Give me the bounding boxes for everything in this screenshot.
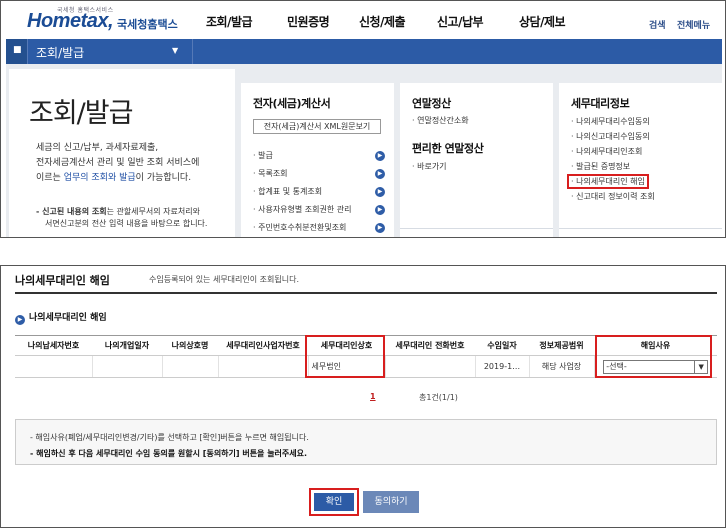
column-header: 수임일자 [475, 335, 529, 356]
arrow-right-icon: ▶ [375, 151, 385, 161]
column-header: 나의상호명 [162, 335, 218, 356]
home-icon: ■ [13, 45, 22, 55]
notice-text-bold: - 해임하신 후 다음 세무대리인 수임 동의를 원할시 [동의하기] 버튼을 … [30, 449, 308, 458]
notice-text: - 해임사유(폐업/세무대리인변경/기타)를 선택하고 [확인]버튼을 누르면 … [30, 433, 309, 442]
cell-taxpayer-no [15, 355, 92, 378]
menu-item[interactable]: · 주민번호수취분전환및조회 ▶ [253, 219, 385, 237]
column-header: 나의납세자번호 [15, 335, 92, 356]
menu-item[interactable]: · 발급 ▶ [253, 147, 385, 165]
menu-item[interactable]: · 사용자유형별 조회권한 관리 ▶ [253, 201, 385, 219]
page-title: 조회/발급 [29, 98, 133, 129]
column-title: 전자(세금)계산서 [253, 97, 331, 110]
divider [192, 39, 193, 64]
confirm-button-highlight: 확인 [309, 488, 359, 516]
dismiss-agent-panel: 나의세무대리인 해임 수임등록되어 있는 세무대리인이 조회됩니다. ▶ 나의세무… [0, 265, 726, 528]
page-count: 총1건(1/1) [419, 393, 458, 402]
confirm-button[interactable]: 확인 [314, 493, 354, 511]
intro-box: 조회/발급 세금의 신고/납부, 과세자료제출, 전자세금계산서 관리 및 일반… [9, 69, 235, 237]
panel-strip [559, 228, 722, 237]
all-menu-link[interactable]: 전체메뉴 [677, 18, 710, 31]
location-title[interactable]: 조회/발급 [36, 44, 84, 61]
gnb-item-tax-return[interactable]: 신고/납부 [437, 13, 484, 30]
cell-company-name [161, 355, 218, 378]
menu-item[interactable]: · 바로가기 [412, 159, 447, 174]
menu-column-year-end: 연말정산 · 연말정산간소화 편리한 연말정산 · 바로가기 [400, 83, 553, 237]
column-header: 정보제공범위 [529, 335, 594, 356]
search-link[interactable]: 검색 [649, 18, 666, 31]
cell-agent-biz-no [217, 355, 308, 378]
column-header: 나의개업일자 [92, 335, 162, 356]
agree-button[interactable]: 동의하기 [363, 491, 419, 513]
arrow-right-icon: ▶ [375, 205, 385, 215]
page-subtitle: 수임등록되어 있는 세무대리인이 조회됩니다. [149, 275, 300, 284]
cell-date: 2019-1… [474, 355, 529, 378]
column-title-2: 편리한 연말정산 [412, 142, 484, 155]
hometax-menu-panel: 국세청 홈택스서비스 Hometax, 국세청홈택스 조회/발급 민원증명 신청… [0, 0, 726, 238]
cell-scope: 해당 사업장 [528, 355, 594, 378]
cell-agent-phone [384, 355, 475, 378]
page-title: 나의세무대리인 해임 [15, 274, 110, 287]
location-bar: ■ 조회/발급 ▼ [6, 39, 722, 64]
panel-strip [400, 228, 553, 237]
menu-item[interactable]: · 나의세무대리수임동의 [571, 114, 655, 129]
menu-item-dismiss-agent[interactable]: · 나의세무대리인 해임 [567, 174, 655, 189]
intro-description: 세금의 신고/납부, 과세자료제출, 전자세금계산서 관리 및 일반 조회 서비… [36, 143, 200, 183]
menu-list: · 발급 ▶ · 목록조회 ▶ · 합계표 및 통계조회 ▶ · 사용자유형별 조회권… [253, 147, 385, 237]
site-header: 국세청 홈택스서비스 Hometax, 국세청홈택스 조회/발급 민원증명 신청… [1, 1, 725, 39]
menu-item[interactable]: · 나의세무대리인조회 [571, 144, 655, 159]
notice-box: - 해임사유(폐업/세무대리인변경/기타)를 선택하고 [확인]버튼을 누르면 … [15, 419, 717, 465]
highlight-agent-name [305, 335, 385, 378]
menu-column-tax-agent: 세무대리정보 · 나의세무대리수임동의 · 나의신고대리수임동의 · 나의세무대… [559, 83, 722, 237]
home-button[interactable]: ■ [6, 39, 28, 64]
intro-note: - 신고된 내용의 조회는 관할세무서의 자료처리와 서면신고분의 전산 입력 … [36, 207, 208, 228]
gnb-item-inquiry[interactable]: 조회/발급 [206, 13, 253, 30]
menu-item[interactable]: · 나의신고대리수임동의 [571, 129, 655, 144]
column-header: 세무대리인사업자번호 [218, 335, 308, 356]
menu-item[interactable]: · 발급된 증명정보 [571, 159, 655, 174]
menu-item[interactable]: · 연말정산간소화 [412, 113, 469, 128]
arrow-right-icon: ▶ [375, 187, 385, 197]
gnb-item-application[interactable]: 신청/제출 [359, 13, 406, 30]
gnb-item-consult[interactable]: 상담/제보 [519, 13, 566, 30]
highlight-dismiss-reason [595, 335, 712, 378]
xml-view-button[interactable]: 전자(세금)계산서 XML원문보기 [253, 119, 381, 134]
menu-item[interactable]: · 신고대리 정보이력 조회 [571, 189, 655, 204]
arrow-right-icon: ▶ [375, 169, 385, 179]
column-title: 연말정산 [412, 97, 451, 110]
menu-list: · 나의세무대리수임동의 · 나의신고대리수임동의 · 나의세무대리인조회 · … [567, 114, 655, 204]
title-underline [15, 292, 717, 294]
menu-item[interactable]: · 목록조회 ▶ [253, 165, 385, 183]
menu-column-e-invoice: 전자(세금)계산서 전자(세금)계산서 XML원문보기 · 발급 ▶ · 목록조회… [241, 83, 394, 237]
menu-item[interactable]: · 합계표 및 통계조회 ▶ [253, 183, 385, 201]
column-title: 세무대리정보 [571, 97, 630, 110]
caret-down-icon[interactable]: ▼ [172, 46, 178, 55]
section-title: ▶ 나의세무대리인 해임 [15, 310, 107, 325]
column-header: 세무대리인 전화번호 [385, 335, 475, 356]
menu-list: · 바로가기 [412, 159, 447, 174]
bullet-icon: ▶ [15, 315, 25, 325]
cell-open-date [91, 355, 162, 378]
hometax-logo[interactable]: 국세청 홈택스서비스 Hometax, 국세청홈택스 [27, 5, 187, 35]
page-link[interactable]: 1 [370, 392, 376, 401]
arrow-right-icon: ▶ [375, 223, 385, 233]
gnb-item-certificate[interactable]: 민원증명 [287, 13, 330, 30]
menu-list: · 연말정산간소화 [412, 113, 469, 128]
